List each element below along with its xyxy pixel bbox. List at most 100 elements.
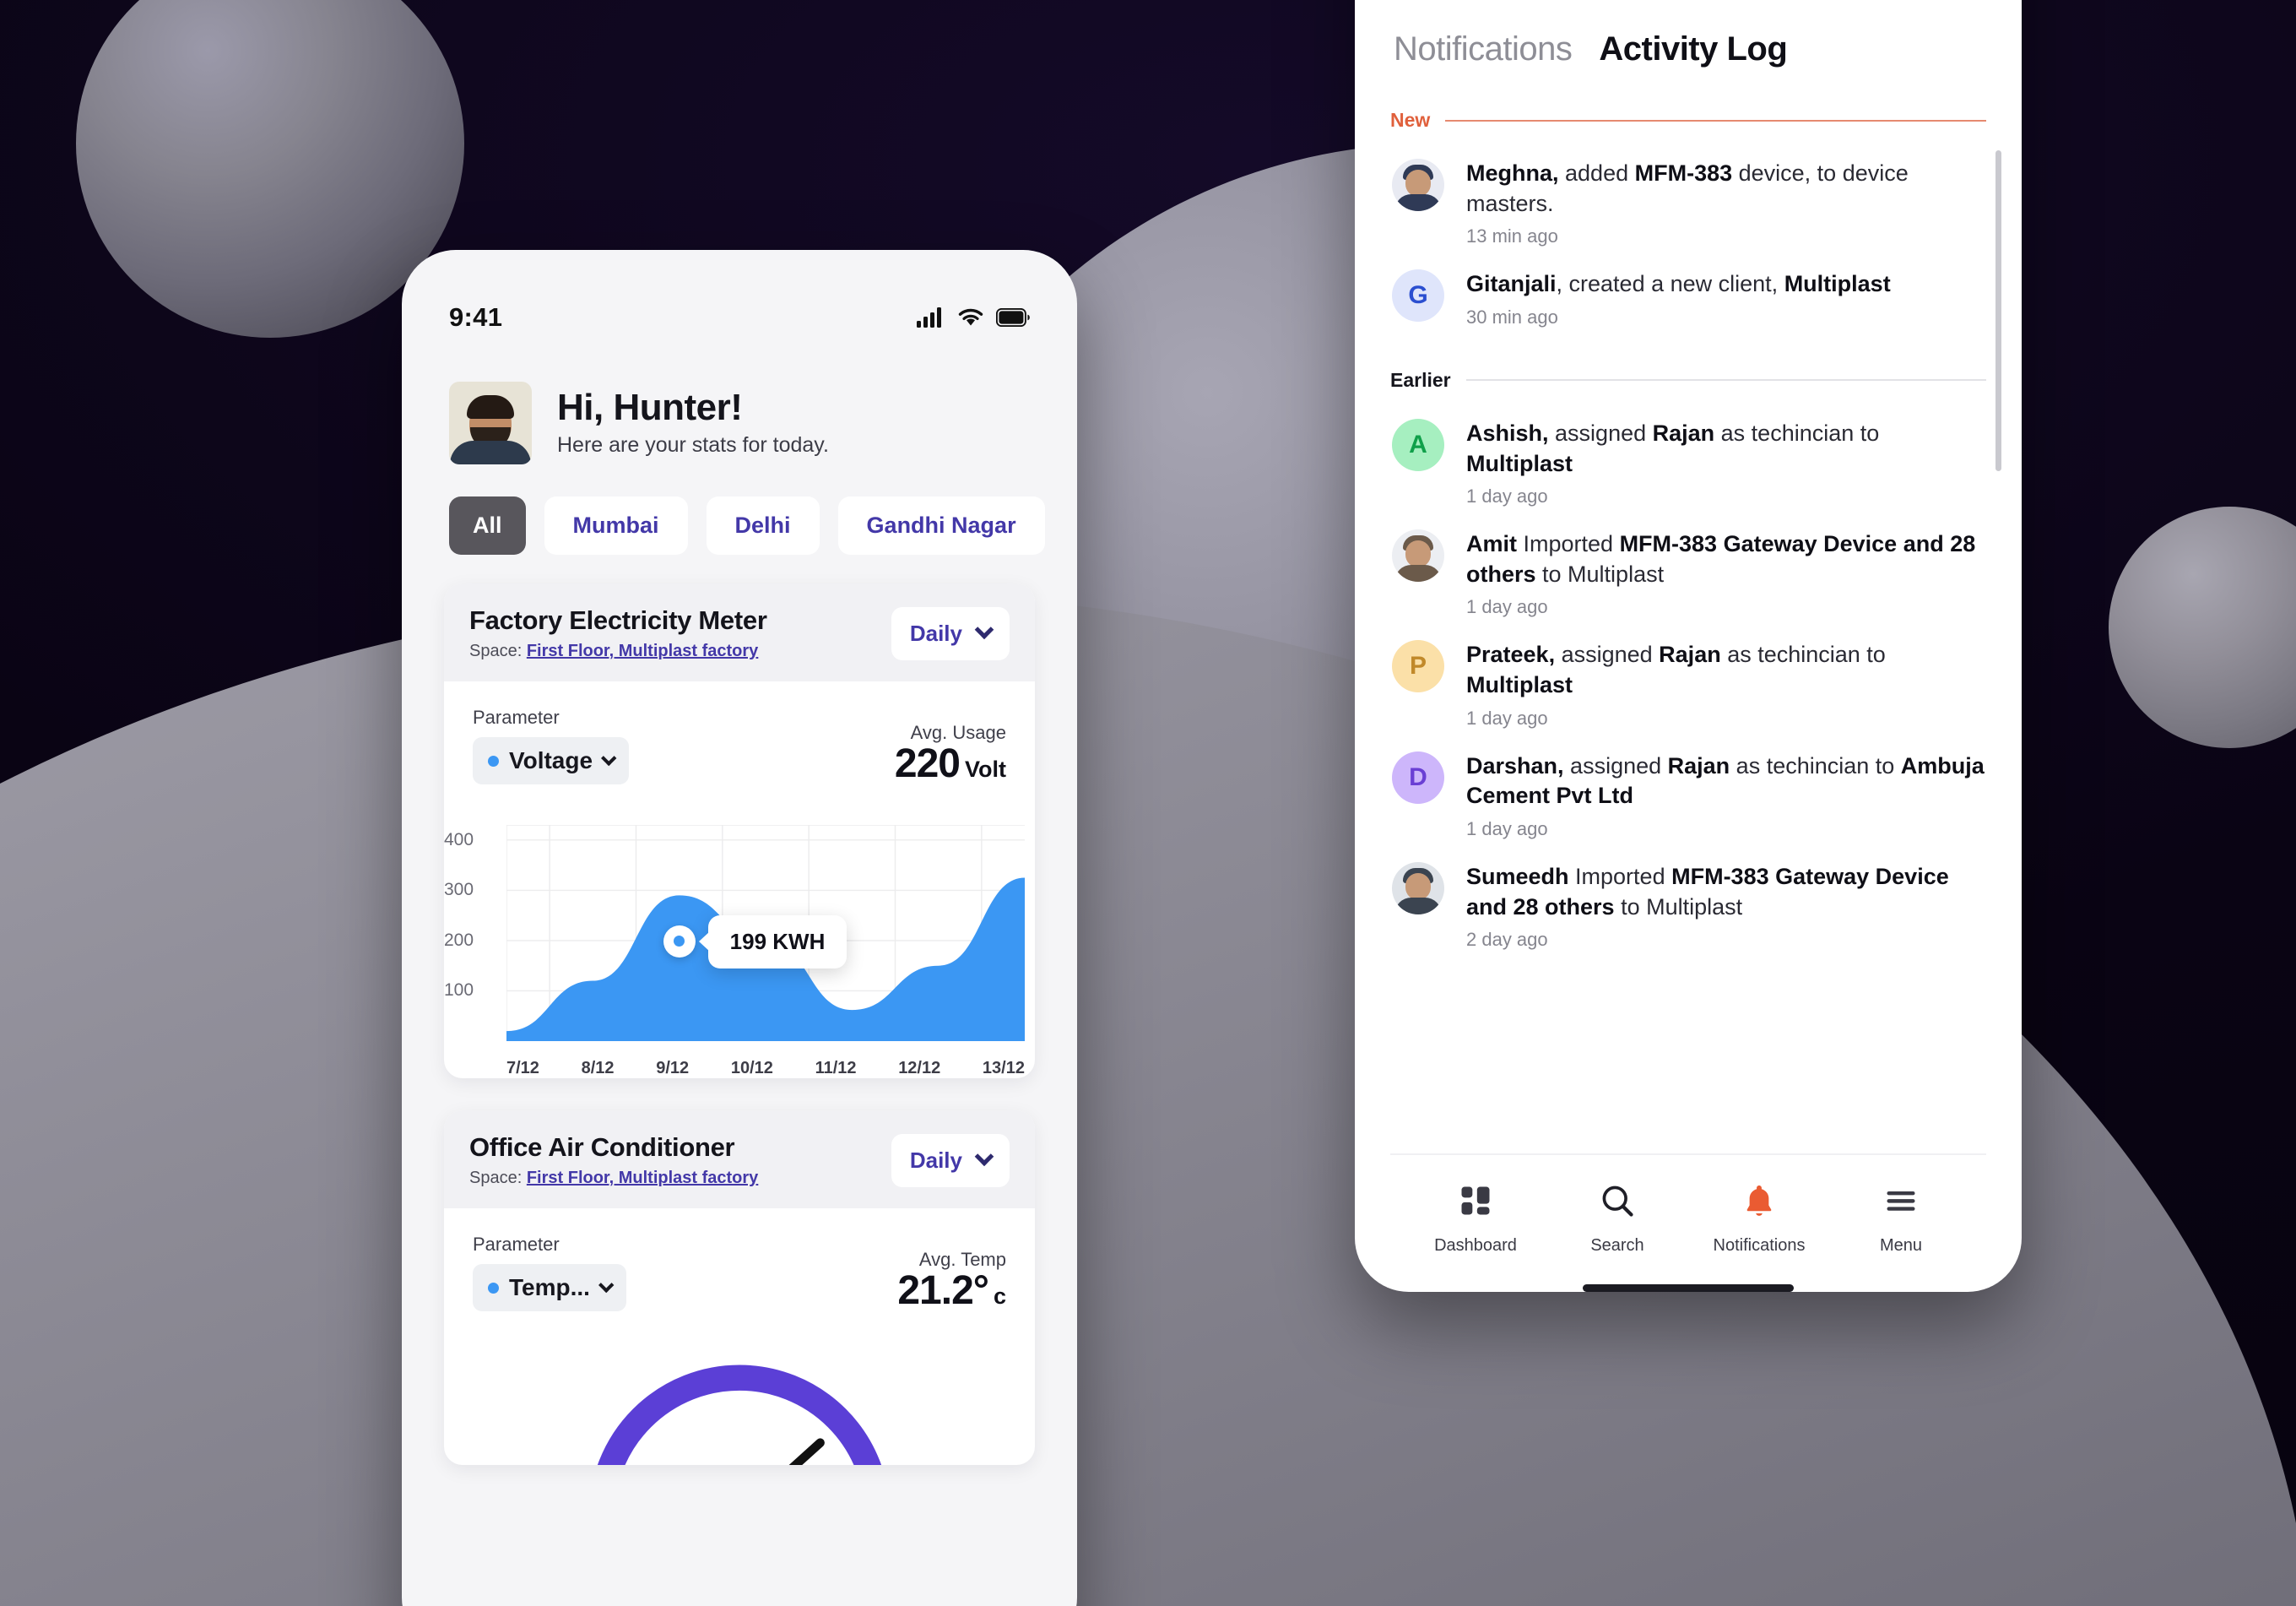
x-axis-tick: 11/12 bbox=[815, 1059, 857, 1077]
device-card-title: Factory Electricity Meter bbox=[469, 605, 767, 635]
bottom-tab-dashboard[interactable]: Dashboard bbox=[1412, 1182, 1539, 1256]
activity-list-item[interactable]: Amit Imported MFM-383 Gateway Device and… bbox=[1390, 507, 1986, 618]
section-header: New bbox=[1390, 109, 1986, 132]
battery-full-icon bbox=[996, 308, 1030, 327]
activity-timestamp: 1 day ago bbox=[1466, 817, 1548, 839]
home-indicator bbox=[1583, 1284, 1794, 1292]
city-filter-row: All Mumbai Delhi Gandhi Nagar bbox=[402, 464, 1077, 555]
y-axis-tick: 400 bbox=[444, 829, 474, 849]
activity-sections: New Meghna, added MFM-383 device, to devi… bbox=[1390, 68, 2001, 951]
space-prefix-label: Space: bbox=[469, 642, 523, 660]
activity-text: Amit Imported MFM-383 Gateway Device and… bbox=[1466, 531, 1976, 587]
cellular-signal-icon bbox=[917, 307, 941, 328]
activity-text: Prateek, assigned Rajan as techincian to… bbox=[1466, 642, 1886, 697]
chart-plot-area: 199 KWH bbox=[506, 824, 1025, 1041]
space-link[interactable]: First Floor, Multiplast factory bbox=[527, 642, 758, 660]
bottom-tab-notifications[interactable]: Notifications bbox=[1696, 1182, 1822, 1256]
activity-timestamp: 1 day ago bbox=[1466, 596, 1548, 618]
activity-text: Darshan, assigned Rajan as techincian to… bbox=[1466, 752, 1985, 809]
activity-list-item[interactable]: D Darshan, assigned Rajan as techincian t… bbox=[1390, 730, 1986, 840]
space-link[interactable]: First Floor, Multiplast factory bbox=[527, 1169, 758, 1187]
activity-text: Meghna, added MFM-383 device, to device … bbox=[1466, 160, 1909, 216]
chevron-down-icon bbox=[974, 1147, 994, 1167]
activity-list-item[interactable]: A Ashish, assigned Rajan as techincian to… bbox=[1390, 397, 1986, 507]
bottom-tab-search[interactable]: Search bbox=[1554, 1182, 1681, 1256]
x-axis-tick: 7/12 bbox=[506, 1059, 539, 1077]
bottom-tab-label: Notifications bbox=[1713, 1236, 1806, 1255]
avatar-initial: A bbox=[1392, 418, 1444, 471]
activity-tabs: Notifications Activity Log bbox=[1390, 0, 1986, 68]
usage-area-chart: 100 200 300 400 199 KWH 7/12 8/12 9/12 10/12 11/1… bbox=[444, 824, 1035, 1078]
activity-list: Meghna, added MFM-383 device, to device … bbox=[1390, 137, 2001, 471]
activity-text: Ashish, assigned Rajan as techincian to … bbox=[1466, 420, 1880, 476]
series-color-dot bbox=[488, 755, 499, 767]
tab-activity-log[interactable]: Activity Log bbox=[1599, 30, 1787, 68]
y-axis-tick: 100 bbox=[444, 980, 474, 1001]
section-divider bbox=[1445, 119, 1986, 122]
chevron-down-icon bbox=[601, 750, 617, 766]
device-card-list: Factory Electricity Meter Space: First Fl… bbox=[402, 555, 1077, 1465]
activity-timestamp: 2 day ago bbox=[1466, 929, 1548, 951]
city-filter-gandhi-nagar[interactable]: Gandhi Nagar bbox=[837, 496, 1045, 555]
decorative-sphere-small bbox=[2109, 507, 2296, 748]
x-axis-tick: 13/12 bbox=[982, 1059, 1025, 1077]
greeting-row: Hi, Hunter! Here are your stats for toda… bbox=[402, 333, 1077, 464]
phone-activity-screen: Notifications Activity Log New Meghna, add… bbox=[1355, 0, 2022, 1292]
phone-dashboard-screen: 9:41 Hi, Hunter! Here are your stats for… bbox=[402, 250, 1077, 1606]
city-filter-mumbai[interactable]: Mumbai bbox=[544, 496, 688, 555]
space-prefix-label: Space: bbox=[469, 1169, 523, 1187]
range-dropdown-label: Daily bbox=[909, 1147, 962, 1173]
bell-icon bbox=[1741, 1182, 1778, 1224]
activity-text: Sumeedh Imported MFM-383 Gateway Device … bbox=[1466, 863, 1949, 920]
tab-notifications[interactable]: Notifications bbox=[1394, 30, 1573, 68]
status-bar: 9:41 bbox=[402, 250, 1077, 333]
chart-tooltip: 199 KWH bbox=[698, 914, 847, 968]
parameter-label: Parameter bbox=[473, 707, 560, 728]
bottom-tab-label: Menu bbox=[1879, 1236, 1923, 1255]
chevron-down-icon bbox=[598, 1277, 615, 1293]
activity-list-item[interactable]: Meghna, added MFM-383 device, to device … bbox=[1390, 137, 1986, 247]
page-subtitle: Here are your stats for today. bbox=[557, 432, 829, 457]
bottom-tab-menu[interactable]: Menu bbox=[1838, 1182, 1964, 1256]
avatar-photo bbox=[1392, 529, 1444, 583]
y-axis-tick: 300 bbox=[444, 880, 474, 900]
bottom-tab-label: Dashboard bbox=[1434, 1236, 1517, 1255]
avatar-photo bbox=[1392, 159, 1444, 211]
parameter-select[interactable]: Temp... bbox=[473, 1264, 626, 1311]
city-filter-delhi[interactable]: Delhi bbox=[706, 496, 820, 555]
section-title: New bbox=[1390, 109, 1431, 131]
range-dropdown[interactable]: Daily bbox=[891, 1133, 1010, 1187]
wifi-icon bbox=[958, 308, 983, 326]
activity-timestamp: 1 day ago bbox=[1466, 707, 1548, 729]
chart-x-axis: 7/12 8/12 9/12 10/12 11/12 12/12 13/12 bbox=[506, 1059, 1025, 1078]
range-dropdown[interactable]: Daily bbox=[891, 606, 1010, 660]
device-card-space: Space: First Floor, Multiplast factory bbox=[469, 1169, 758, 1188]
avatar-photo bbox=[1392, 861, 1444, 914]
stat-value: 21.2° bbox=[897, 1268, 989, 1313]
section-title: Earlier bbox=[1390, 368, 1451, 391]
activity-timestamp: 13 min ago bbox=[1466, 225, 1558, 247]
bottom-nav-container: Dashboard Search Notifications Menu bbox=[1390, 1153, 1986, 1292]
city-filter-all[interactable]: All bbox=[449, 496, 526, 555]
activity-list-item[interactable]: G Gitanjali, created a new client, Multip… bbox=[1390, 247, 1986, 328]
x-axis-tick: 9/12 bbox=[656, 1059, 690, 1077]
y-axis-tick: 200 bbox=[444, 930, 474, 950]
series-color-dot bbox=[488, 1282, 499, 1294]
parameter-select[interactable]: Voltage bbox=[473, 737, 630, 784]
activity-list-item[interactable]: P Prateek, assigned Rajan as techincian t… bbox=[1390, 618, 1986, 729]
user-avatar[interactable] bbox=[449, 382, 532, 464]
x-axis-tick: 10/12 bbox=[730, 1059, 773, 1077]
status-time: 9:41 bbox=[449, 302, 503, 332]
activity-text: Gitanjali, created a new client, Multipl… bbox=[1466, 271, 1891, 297]
search-icon bbox=[1599, 1182, 1636, 1224]
chart-data-point-marker[interactable] bbox=[663, 925, 696, 958]
activity-list: A Ashish, assigned Rajan as techincian to… bbox=[1390, 397, 1986, 951]
bottom-tab-label: Search bbox=[1590, 1236, 1644, 1255]
scrollbar[interactable] bbox=[1995, 150, 2001, 471]
activity-list-item[interactable]: Sumeedh Imported MFM-383 Gateway Device … bbox=[1390, 840, 1986, 951]
device-card-body: Parameter Temp... Avg. Temp 21.2° c bbox=[444, 1208, 1035, 1330]
activity-timestamp: 1 day ago bbox=[1466, 486, 1548, 507]
hamburger-menu-icon bbox=[1882, 1182, 1920, 1224]
avatar-initial: G bbox=[1392, 269, 1444, 323]
stat-value: 220 bbox=[894, 741, 961, 786]
